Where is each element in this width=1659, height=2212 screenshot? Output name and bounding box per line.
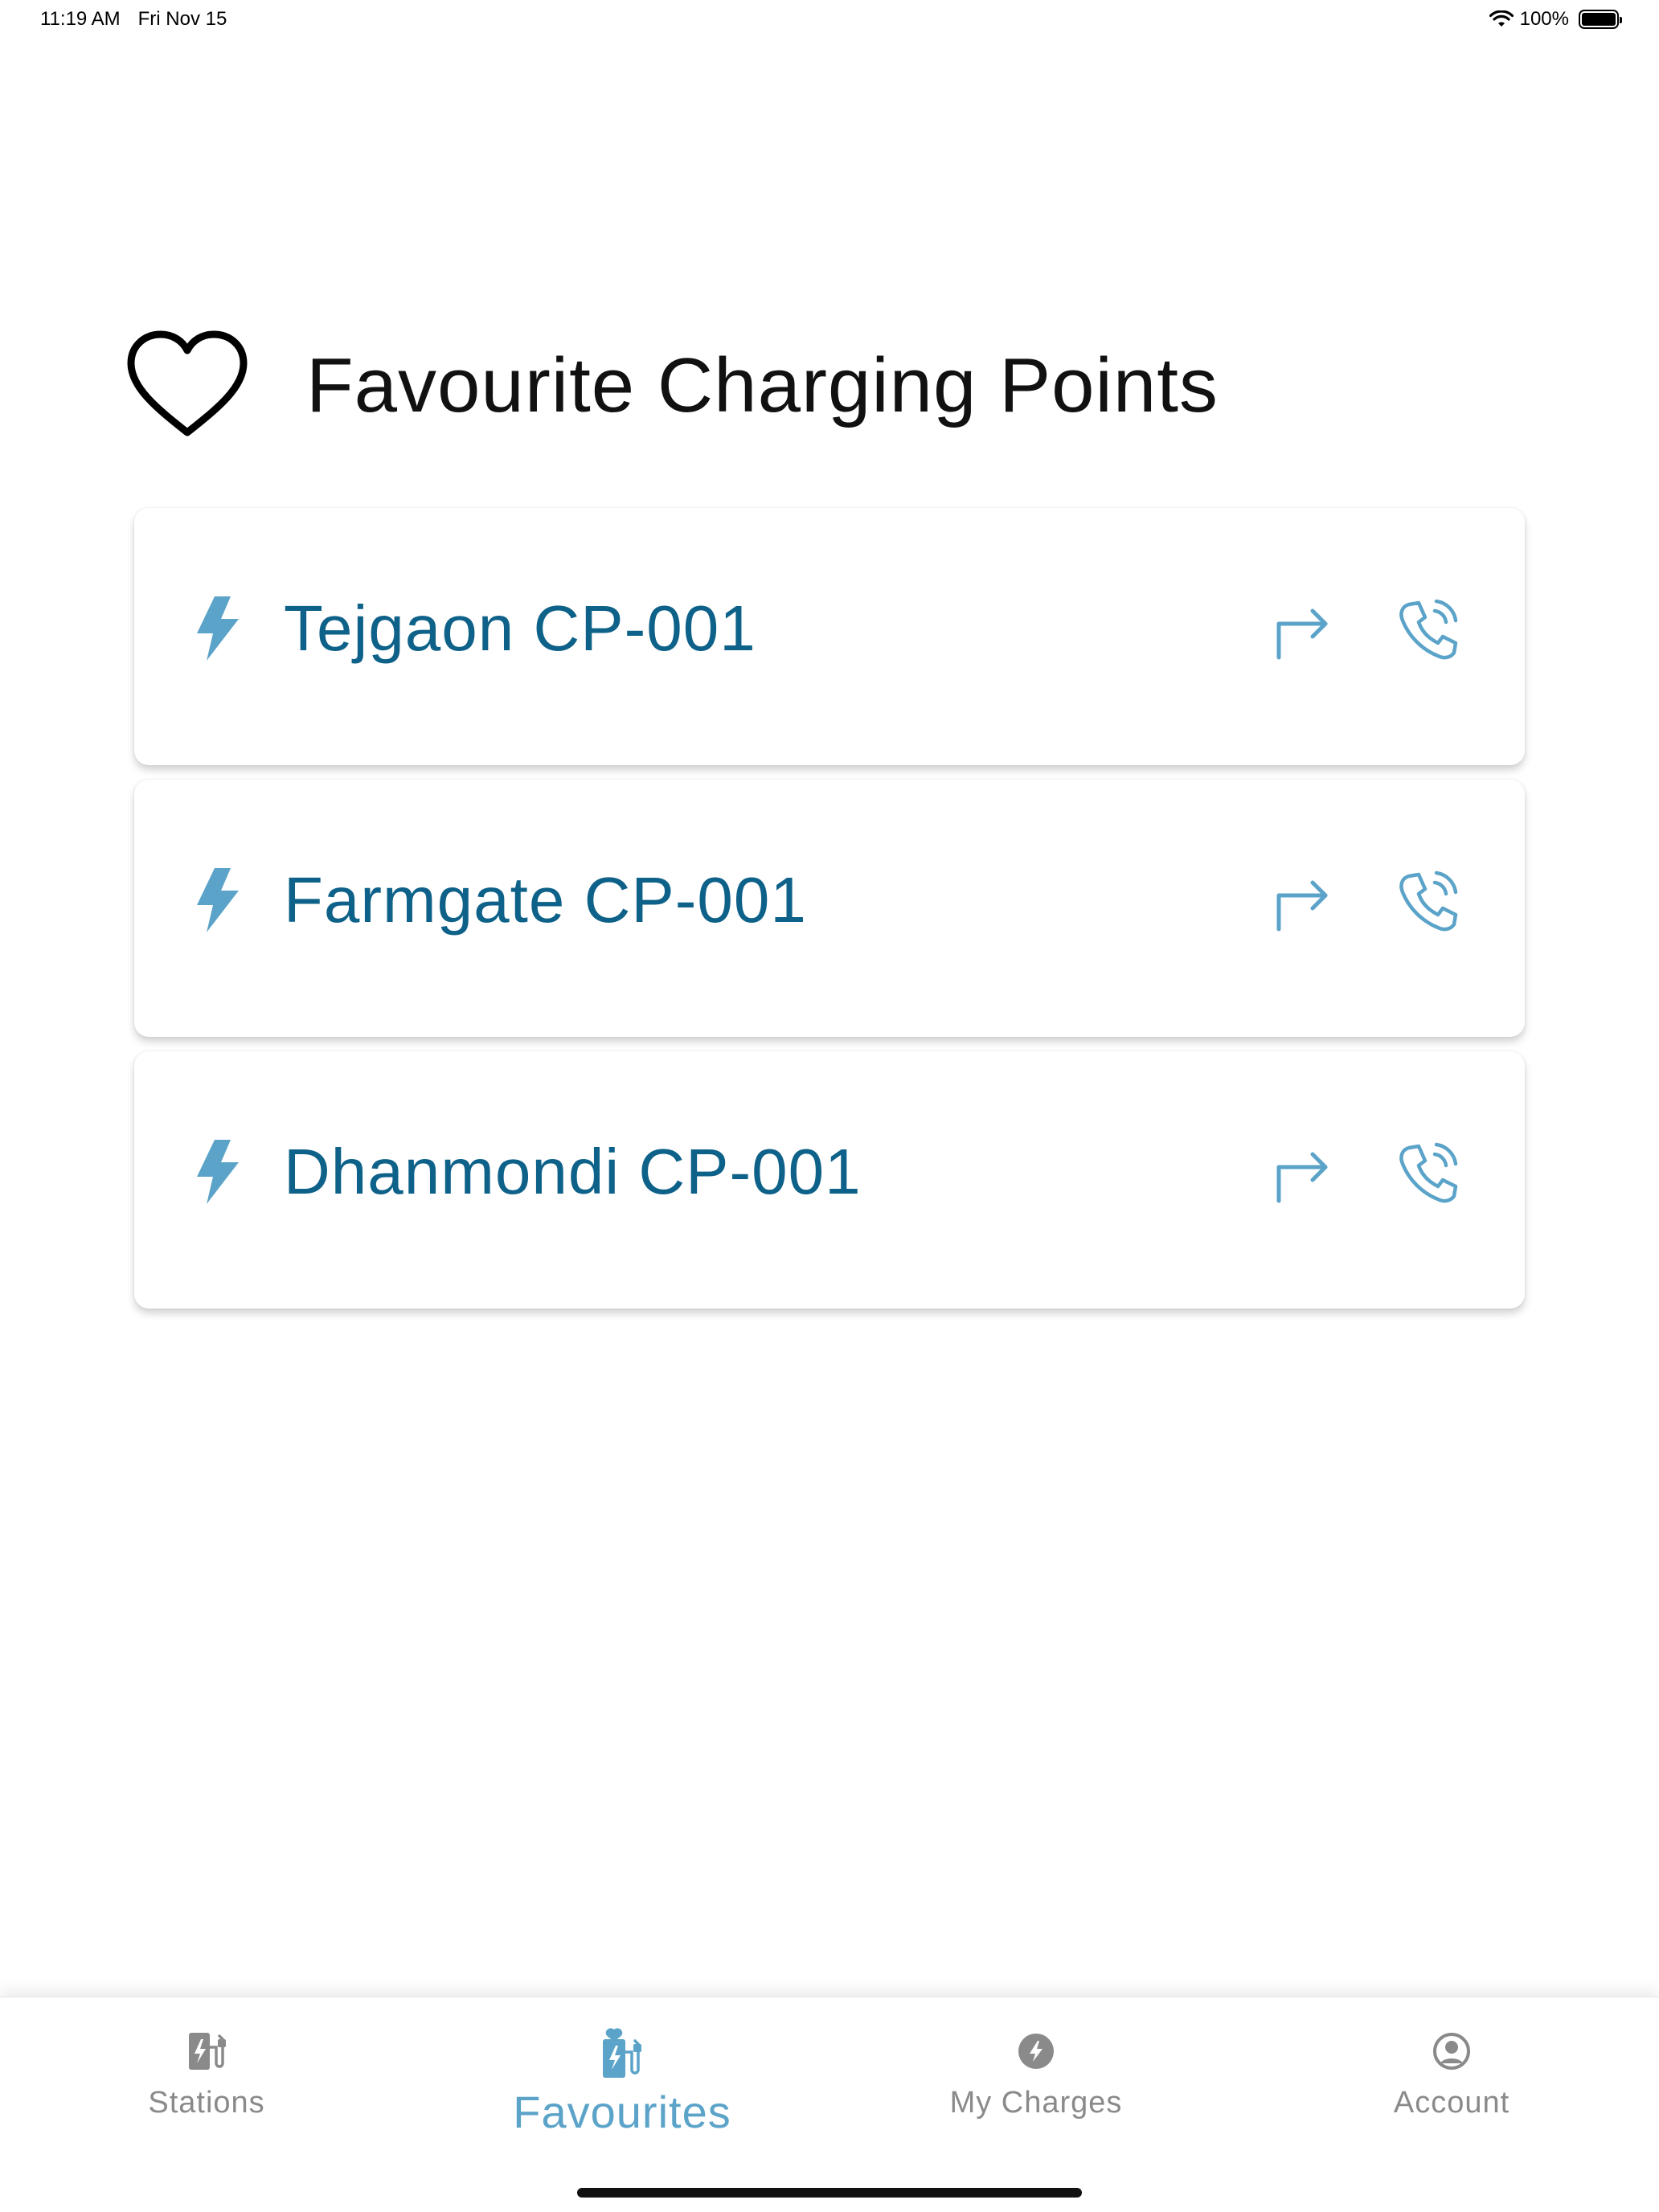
directions-icon (1276, 608, 1328, 660)
home-indicator[interactable] (577, 2188, 1082, 2198)
favourite-card[interactable]: Tejgaon CP-001 (134, 508, 1525, 765)
tab-label: Account (1393, 2086, 1510, 2120)
directions-icon (1276, 880, 1328, 932)
phone-icon (1399, 870, 1458, 932)
charging-point-name: Farmgate CP-001 (284, 864, 807, 936)
tab-label: My Charges (949, 2086, 1123, 2120)
card-actions (1272, 1140, 1459, 1204)
page-header: Favourite Charging Points (125, 330, 1219, 442)
bolt-icon (197, 1140, 239, 1204)
tab-favourites[interactable]: Favourites (502, 2028, 743, 2138)
bolt-circle-icon (1018, 2034, 1054, 2069)
favourite-station-icon (603, 2028, 641, 2078)
wifi-icon (1489, 10, 1514, 27)
bolt-icon (197, 868, 239, 932)
account-circle-icon (1433, 2033, 1470, 2070)
tab-bar: Stations Favourites My Charges Account (0, 1997, 1659, 2212)
battery-percent: 100% (1519, 8, 1569, 30)
tab-my-charges[interactable]: My Charges (916, 2028, 1157, 2120)
status-bar: 11:19 AM Fri Nov 15 100% (0, 0, 1659, 39)
heart-icon (127, 330, 248, 436)
favourite-card[interactable]: Dhanmondi CP-001 (134, 1051, 1525, 1309)
status-left: 11:19 AM Fri Nov 15 (40, 8, 227, 31)
tab-label: Stations (148, 2086, 265, 2120)
call-button[interactable] (1398, 868, 1459, 932)
directions-button[interactable] (1272, 596, 1333, 661)
tab-label: Favourites (513, 2087, 731, 2137)
status-time: 11:19 AM (40, 8, 121, 30)
charging-station-icon (189, 2033, 226, 2070)
directions-icon (1276, 1152, 1328, 1203)
favourites-list: Tejgaon CP-001 Farmgate CP-001 Dhanmondi… (134, 508, 1525, 1309)
phone-icon (1399, 1142, 1458, 1203)
charging-point-name: Dhanmondi CP-001 (284, 1136, 862, 1207)
directions-button[interactable] (1272, 1140, 1333, 1204)
status-date: Fri Nov 15 (137, 8, 227, 30)
battery-fill (1582, 13, 1616, 26)
status-right: 100% (1489, 8, 1622, 31)
phone-icon (1399, 599, 1458, 660)
card-actions (1272, 868, 1459, 932)
favourite-card[interactable]: Farmgate CP-001 (134, 780, 1525, 1037)
card-actions (1272, 596, 1459, 661)
call-button[interactable] (1398, 1140, 1459, 1204)
bolt-icon (197, 596, 239, 661)
directions-button[interactable] (1272, 868, 1333, 932)
battery-icon (1579, 10, 1622, 29)
call-button[interactable] (1398, 596, 1459, 661)
charging-point-name: Tejgaon CP-001 (284, 592, 756, 664)
tab-stations[interactable]: Stations (86, 2028, 327, 2120)
page-title: Favourite Charging Points (306, 342, 1219, 428)
screen: 11:19 AM Fri Nov 15 100% Favourite Charg… (0, 0, 1659, 2212)
tab-account[interactable]: Account (1331, 2028, 1572, 2120)
